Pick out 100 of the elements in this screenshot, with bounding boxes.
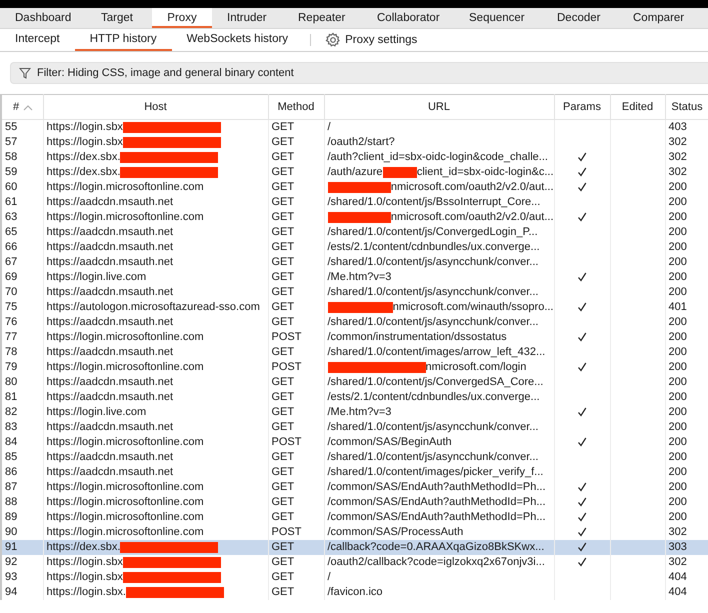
redaction-mark (328, 182, 391, 193)
cell-text: /shared/1.0/content/js/asyncchunk/conver... (328, 420, 538, 435)
table-cell: 84 (1, 435, 43, 450)
table-cell: 91 (1, 540, 43, 555)
column-header[interactable]: URL (324, 94, 554, 120)
table-cell: 79 (1, 360, 43, 375)
cell-text: https://aadcdn.msauth.net (46, 345, 174, 360)
cell-text: https://login.microsoftonline.com (46, 180, 204, 195)
cell-text: /favicon.ico (328, 585, 383, 600)
table-cell: 200 (665, 285, 708, 300)
table-cell: 200 (665, 420, 708, 435)
table-cell: GET (268, 150, 324, 165)
table-cell: 57 (1, 135, 43, 150)
settings-button[interactable]: Proxy settings (323, 32, 420, 48)
filter-icon (19, 67, 31, 79)
table-cell: GET (268, 420, 324, 435)
cell-text: https://login.microsoftonline.com (46, 330, 204, 345)
table-cell: GET (268, 450, 324, 465)
table-cell: 200 (665, 345, 708, 360)
cell-text: /Me.htm?v=3 (328, 405, 392, 420)
column-header[interactable]: Host (43, 94, 268, 120)
tab[interactable]: Intruder (212, 8, 283, 28)
table-cell: GET (268, 255, 324, 270)
cell-text: /shared/1.0/content/images/picker_verify_f... (328, 465, 544, 480)
table-cell: 401 (665, 300, 708, 315)
table-cell: GET (268, 240, 324, 255)
table-cell: 94 (1, 585, 43, 600)
table-cell: 82 (1, 405, 43, 420)
cell-text: /shared/1.0/content/js/ConvergedLogin_P... (328, 225, 538, 240)
cell-text: nmicrosoft.com/login (426, 360, 526, 375)
table-cell: 200 (665, 375, 708, 390)
cell-text: /shared/1.0/content/js/BssoInterrupt_Core... (328, 195, 540, 210)
tab[interactable]: Intercept (0, 29, 75, 51)
cell-text: /oauth2/callback?code=iglzokxq2x67onjv3i... (328, 555, 545, 570)
table-cell: 76 (1, 315, 43, 330)
cell-text: https://login.sbx (46, 570, 123, 585)
table-cell: POST (268, 435, 324, 450)
table-cell: 200 (665, 405, 708, 420)
table-cell: 302 (665, 150, 708, 165)
tab[interactable]: Repeater (283, 8, 362, 28)
cell-text: /ests/2.1/content/cdnbundles/ux.converge... (328, 240, 540, 255)
table-cell: GET (268, 210, 324, 225)
table-cell: 200 (665, 390, 708, 405)
table-cell: GET (268, 300, 324, 315)
table-cell: GET (268, 555, 324, 570)
table-cell: POST (268, 360, 324, 375)
column-header[interactable]: Status (665, 94, 708, 120)
table-cell: 200 (665, 195, 708, 210)
tab[interactable]: Comparer (618, 8, 708, 28)
cell-text: /Me.htm?v=3 (328, 270, 392, 285)
table-cell: GET (268, 135, 324, 150)
column-header[interactable]: # (1, 94, 43, 120)
table-cell: 78 (1, 345, 43, 360)
table-cell: 200 (665, 270, 708, 285)
table-cell: 69 (1, 270, 43, 285)
table-cell: 200 (665, 480, 708, 495)
table-cell: 200 (665, 180, 708, 195)
tab[interactable]: Decoder (542, 8, 618, 28)
sort-icon (23, 104, 34, 111)
cell-text: /common/SAS/BeginAuth (328, 435, 452, 450)
cell-text: client_id=sbx-oidc-login&c... (416, 165, 553, 180)
table-cell: GET (268, 480, 324, 495)
filter-bar[interactable]: Filter: Hiding CSS, image and general binary content (10, 62, 708, 84)
tab[interactable]: WebSockets history (172, 29, 304, 51)
table-cell: 404 (665, 585, 708, 600)
tab[interactable]: Collaborator (362, 8, 454, 28)
tab[interactable]: Sequencer (454, 8, 542, 28)
cell-text: /auth/azure (328, 165, 383, 180)
table-cell: 83 (1, 420, 43, 435)
cell-text: /common/SAS/EndAuth?authMethodId=Ph... (328, 495, 546, 510)
table-cell: 93 (1, 570, 43, 585)
table-cell: 302 (665, 555, 708, 570)
redaction-mark (382, 167, 417, 178)
settings-icon (325, 32, 342, 48)
cell-text: https://aadcdn.msauth.net (46, 195, 174, 210)
cell-text: https://dex.sbx. (46, 165, 120, 180)
table-cell: GET (268, 585, 324, 600)
tab[interactable]: Target (86, 8, 152, 28)
table-cell: GET (268, 510, 324, 525)
tab[interactable]: Proxy (152, 8, 212, 28)
cell-text: https://login.live.com (46, 270, 146, 285)
cell-text: /common/SAS/EndAuth?authMethodId=Ph... (328, 510, 546, 525)
cell-text: / (328, 120, 331, 135)
column-header[interactable]: Edited (610, 94, 665, 120)
column-header[interactable]: Params (554, 94, 610, 120)
table-cell: GET (268, 225, 324, 240)
cell-text: https://autologon.microsoftazuread-sso.com (46, 300, 260, 315)
table-cell: GET (268, 285, 324, 300)
cell-text: nmicrosoft.com/oauth2/v2.0/aut... (390, 210, 553, 225)
cell-text: https://login.microsoftonline.com (46, 525, 204, 540)
cell-text: https://aadcdn.msauth.net (46, 390, 174, 405)
table-cell: GET (268, 180, 324, 195)
tab[interactable]: HTTP history (74, 29, 172, 51)
cell-text: /ests/2.1/content/cdnbundles/ux.converge... (328, 390, 540, 405)
table-cell: 200 (665, 450, 708, 465)
table-cell: 302 (665, 135, 708, 150)
table-cell: 63 (1, 210, 43, 225)
tab[interactable]: Dashboard (0, 8, 86, 28)
column-header[interactable]: Method (268, 94, 324, 120)
table-cell: 200 (665, 210, 708, 225)
